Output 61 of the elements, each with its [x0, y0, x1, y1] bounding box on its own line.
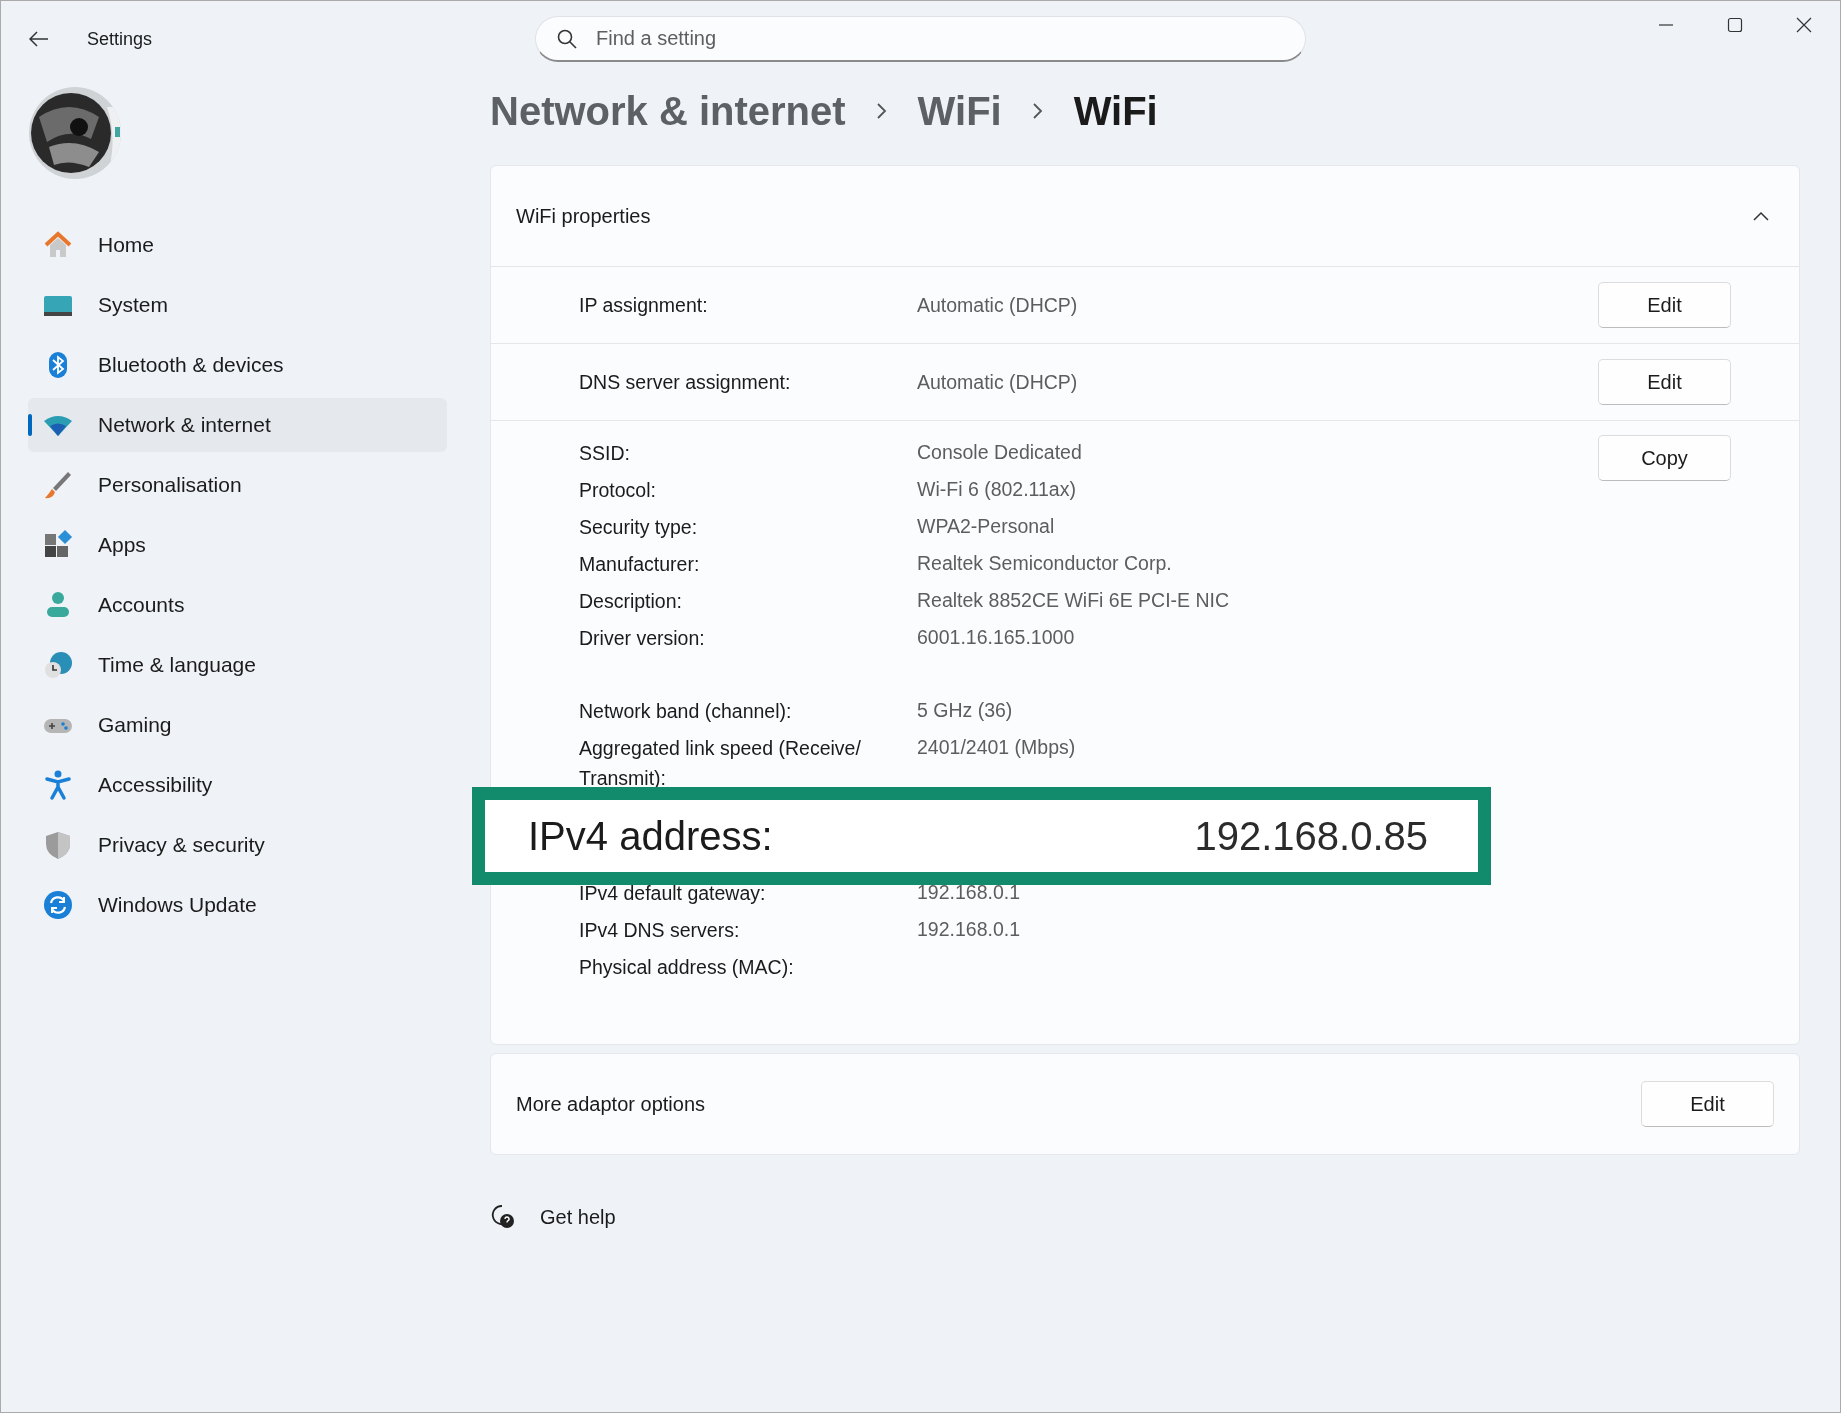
maximize-icon[interactable]	[1727, 17, 1743, 33]
callout-value: 192.168.0.85	[1194, 813, 1428, 859]
setting-value: Automatic (DHCP)	[917, 293, 1079, 317]
property-label: Protocol:	[579, 478, 657, 503]
property-label: Manufacturer:	[579, 552, 701, 577]
sidebar-item[interactable]: Accounts	[28, 578, 447, 632]
globe-clock-icon	[42, 649, 74, 681]
edit-button[interactable]: Edit	[1598, 282, 1731, 328]
property-value: 192.168.0.1	[917, 917, 1021, 942]
property-value: Realtek Semiconductor Corp.	[917, 551, 1173, 576]
properties-header[interactable]: WiFi properties	[491, 166, 1799, 267]
brush-icon	[42, 469, 74, 501]
sidebar-item[interactable]: Gaming	[28, 698, 447, 752]
chevron-icon	[875, 102, 888, 120]
property-label: Driver version:	[579, 626, 706, 651]
back-icon[interactable]	[29, 31, 49, 47]
sync-icon	[42, 889, 74, 921]
sidebar-item[interactable]: Apps	[28, 518, 447, 572]
property-value: Realtek 8852CE WiFi 6E PCI-E NIC	[917, 588, 1230, 613]
search-icon	[557, 29, 577, 49]
property-label: SSID:	[579, 441, 631, 466]
property-label: Physical address (MAC):	[579, 955, 795, 980]
sidebar-item[interactable]: Windows Update	[28, 878, 447, 932]
callout-label: IPv4 address:	[528, 813, 773, 859]
property-value: 6001.16.165.1000	[917, 625, 1076, 650]
sidebar-item[interactable]: Bluetooth & devices	[28, 338, 447, 392]
window-title: Settings	[87, 28, 153, 50]
property-value: WPA2-Personal	[917, 514, 1056, 539]
edit-button[interactable]: Edit	[1641, 1081, 1774, 1127]
setting-value: Automatic (DHCP)	[917, 370, 1079, 394]
search-field[interactable]: Find a setting	[535, 16, 1306, 62]
property-label: IPv4 default gateway:	[579, 881, 767, 906]
property-value: Wi-Fi 6 (802.11ax)	[917, 477, 1077, 502]
chevron-icon	[1753, 211, 1769, 221]
property-label: Network band (channel):	[579, 699, 793, 724]
get-help-link[interactable]: Get help	[540, 1205, 616, 1229]
breadcrumb-link[interactable]: Network & internet	[490, 88, 846, 134]
property-label: Description:	[579, 589, 683, 614]
sidebar-item[interactable]: Time & language	[28, 638, 447, 692]
property-label: Security type:	[579, 515, 699, 540]
property-label: IPv4 DNS servers:	[579, 918, 741, 943]
accessibility-icon	[42, 769, 74, 801]
adaptor-label: More adaptor options	[516, 1092, 705, 1116]
sidebar-item[interactable]: Accessibility	[28, 758, 447, 812]
property-value: 192.168.0.1	[917, 880, 1021, 905]
setting-label: IP assignment:	[579, 293, 709, 317]
sidebar-item[interactable]: Network & internet	[28, 398, 447, 452]
property-value: Console Dedicated	[917, 440, 1083, 465]
property-value: 2401/2401 (Mbps)	[917, 735, 1077, 760]
chevron-icon	[1031, 102, 1044, 120]
close-icon[interactable]	[1796, 17, 1812, 33]
sidebar-item[interactable]: System	[28, 278, 447, 332]
sidebar-item[interactable]: Home	[28, 218, 447, 272]
property-label: Aggregated link speed (Receive/ Transmit):	[579, 736, 862, 791]
copy-button[interactable]: Copy	[1598, 435, 1731, 481]
property-value: 5 GHz (36)	[917, 698, 1014, 723]
breadcrumb-link[interactable]: WiFi	[917, 88, 1002, 134]
setting-label: DNS server assignment:	[579, 370, 792, 394]
sidebar-item[interactable]: Privacy & security	[28, 818, 447, 872]
edit-button[interactable]: Edit	[1598, 359, 1731, 405]
sidebar-item[interactable]: Personalisation	[28, 458, 447, 512]
